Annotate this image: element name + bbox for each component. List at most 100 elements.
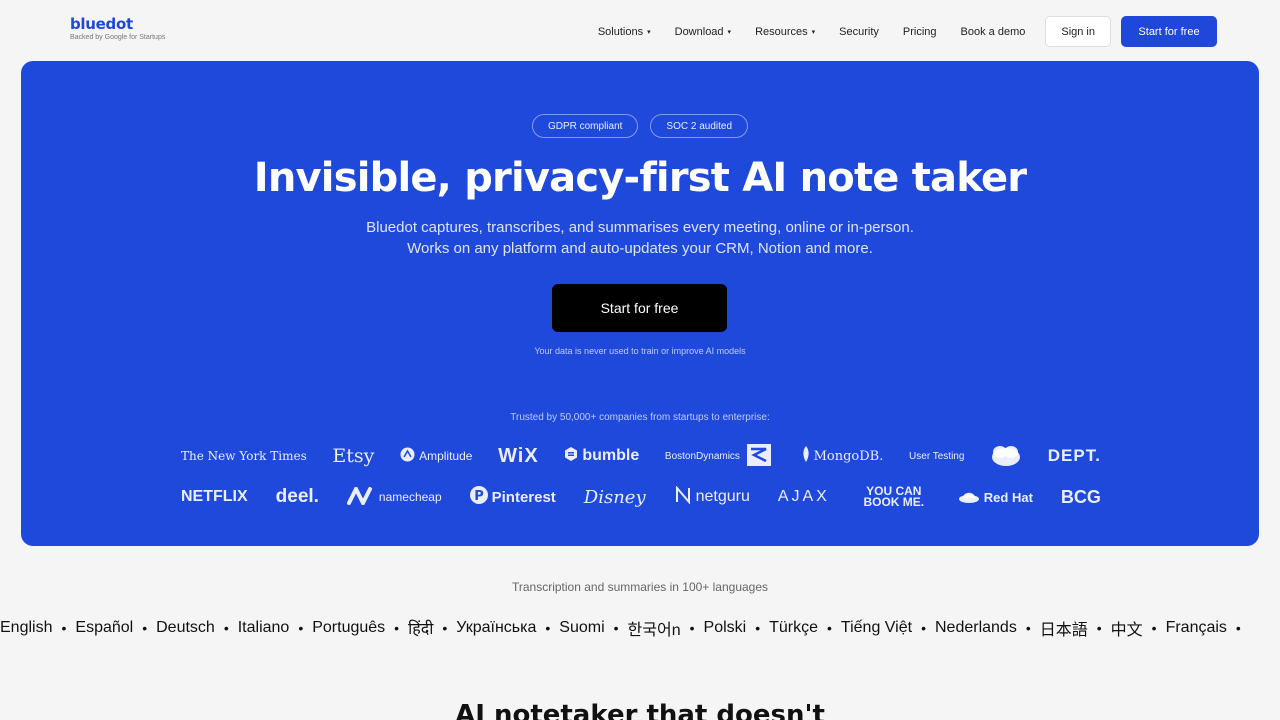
language-item: Nederlands xyxy=(934,619,1017,636)
language-separator: • xyxy=(1151,620,1157,636)
hero-subtitle-line-1: Bluedot captures, transcribes, and summa… xyxy=(366,219,914,236)
boston-dynamics-text: BostonDynamics xyxy=(664,450,740,462)
language-separator: • xyxy=(394,620,400,636)
compliance-badges: GDPR compliant SOC 2 audited xyxy=(21,114,1259,138)
language-separator: • xyxy=(442,620,448,636)
language-separator: • xyxy=(545,620,551,636)
language-separator: • xyxy=(298,620,304,636)
namecheap-icon xyxy=(346,484,375,508)
redhat-text: Red Hat xyxy=(983,489,1033,505)
customer-logos-row-1: The New York Times Etsy Amplitude WiX bu… xyxy=(181,441,1101,471)
bumble-icon xyxy=(564,446,578,466)
pinterest-text: Pinterest xyxy=(491,488,556,506)
nyt-logo: The New York Times xyxy=(181,449,307,463)
language-item: Français xyxy=(1165,619,1227,636)
namecheap-text: namecheap xyxy=(378,490,442,504)
pinterest-icon: P xyxy=(469,486,488,508)
chevron-down-icon: ▾ xyxy=(727,28,732,36)
amplitude-text: Amplitude xyxy=(419,449,473,463)
namecheap-logo: namecheap xyxy=(346,484,442,508)
bcg-logo: BCG xyxy=(1060,486,1101,507)
red-hat-icon xyxy=(958,489,980,506)
netflix-logo: NETFLIX xyxy=(181,488,248,505)
netguru-logo: netguru xyxy=(674,484,750,509)
language-item: Polski xyxy=(703,619,747,636)
soc2-badge[interactable]: SOC 2 audited xyxy=(650,114,749,138)
salesforce-cloud-icon xyxy=(992,446,1021,466)
language-separator: • xyxy=(921,620,926,636)
language-separator: • xyxy=(1025,620,1031,636)
language-item: English xyxy=(0,619,53,636)
language-item: Português xyxy=(312,619,386,636)
pinterest-logo: P Pinterest xyxy=(469,486,556,508)
bumble-text: bumble xyxy=(582,447,640,464)
language-item: Español xyxy=(75,619,134,636)
dept-logo: DEPT. xyxy=(1047,446,1101,465)
svg-text:P: P xyxy=(474,489,484,504)
leaf-icon xyxy=(802,446,810,466)
language-item: Italiano xyxy=(237,619,290,636)
nav-label: Book a demo xyxy=(960,25,1026,38)
amplitude-icon xyxy=(400,447,415,465)
nav-label: Security xyxy=(839,25,879,38)
salesforce-logo xyxy=(990,445,1022,467)
nav-label: Pricing xyxy=(902,25,937,38)
top-navigation: bluedot Backed by Google for Startups So… xyxy=(0,0,1280,62)
hero-section: GDPR compliant SOC 2 audited Invisible, … xyxy=(21,61,1259,546)
logo-tagline: Backed by Google for Startups xyxy=(70,34,166,41)
language-separator: • xyxy=(755,620,761,636)
language-item: 中文 xyxy=(1110,622,1143,639)
language-item: Türkçe xyxy=(769,619,819,636)
trusted-by-text: Trusted by 50,000+ companies from startu… xyxy=(510,412,770,423)
sign-in-button[interactable]: Sign in xyxy=(1045,16,1111,47)
hero-subtitle-line-2: Works on any platform and auto-updates y… xyxy=(407,240,873,257)
hero-subtitle: Bluedot captures, transcribes, and summa… xyxy=(21,217,1259,259)
nav-item-pricing[interactable]: Pricing xyxy=(903,26,937,38)
youcanbookme-logo: YOU CAN BOOK ME. xyxy=(863,484,925,509)
nav-item-security[interactable]: Security xyxy=(839,26,879,38)
netguru-icon xyxy=(674,484,692,509)
language-separator: • xyxy=(223,620,229,636)
nav-label: Resources xyxy=(755,25,808,38)
language-item: हिंदी xyxy=(408,621,434,638)
language-separator: • xyxy=(1235,620,1241,636)
deel-logo: deel. xyxy=(275,486,319,507)
languages-heading: Transcription and summaries in 100+ lang… xyxy=(511,580,769,594)
logo-wordmark: bluedot xyxy=(70,15,133,33)
nav-item-book-demo[interactable]: Book a demo xyxy=(961,26,1026,38)
redhat-logo: Red Hat xyxy=(958,489,1033,506)
language-item: 日本語 xyxy=(1039,622,1088,639)
mongodb-logo: MongoDB. xyxy=(802,446,883,466)
netguru-text: netguru xyxy=(695,488,750,505)
ajax-logo: AJAX xyxy=(777,488,830,505)
customer-logos-row-2: NETFLIX deel. namecheap P Pinterest Disne… xyxy=(181,482,1101,512)
language-item: Deutsch xyxy=(156,619,215,636)
languages-marquee: English • Español • Deutsch • Italiano • Portugu… xyxy=(0,617,1280,639)
etsy-logo: Etsy xyxy=(332,445,375,467)
language-separator: • xyxy=(827,620,832,636)
gdpr-badge[interactable]: GDPR compliant xyxy=(531,114,639,138)
language-separator: • xyxy=(689,620,695,636)
bluedot-logo[interactable]: bluedot Backed by Google for Startups xyxy=(70,16,165,41)
chevron-down-icon: ▾ xyxy=(647,28,651,36)
nav-item-resources[interactable]: Resources ▾ xyxy=(755,26,815,38)
start-for-free-hero-button[interactable]: Start for free xyxy=(552,284,727,332)
language-item: Suomi xyxy=(559,619,605,636)
bumble-logo: bumble xyxy=(564,446,640,466)
language-item: Tiếng Việt xyxy=(840,619,913,636)
hero-title: Invisible, privacy-first AI note taker xyxy=(253,155,1027,201)
language-separator: • xyxy=(1096,620,1102,636)
boston-dynamics-logo: BostonDynamics xyxy=(665,443,776,470)
amplitude-logo: Amplitude xyxy=(400,447,472,465)
privacy-note: Your data is never used to train or impr… xyxy=(534,346,746,356)
language-separator: • xyxy=(613,620,619,636)
language-item: Українська xyxy=(456,619,537,636)
language-separator: • xyxy=(142,620,148,636)
nav-label: Download xyxy=(674,25,724,38)
nav-item-solutions[interactable]: Solutions ▾ xyxy=(598,26,651,38)
boston-dynamics-icon xyxy=(746,443,772,470)
nav-item-download[interactable]: Download ▾ xyxy=(675,26,731,38)
nav-label: Solutions xyxy=(597,25,644,38)
start-for-free-nav-button[interactable]: Start for free xyxy=(1121,16,1217,47)
disney-logo: Disney xyxy=(583,486,646,508)
